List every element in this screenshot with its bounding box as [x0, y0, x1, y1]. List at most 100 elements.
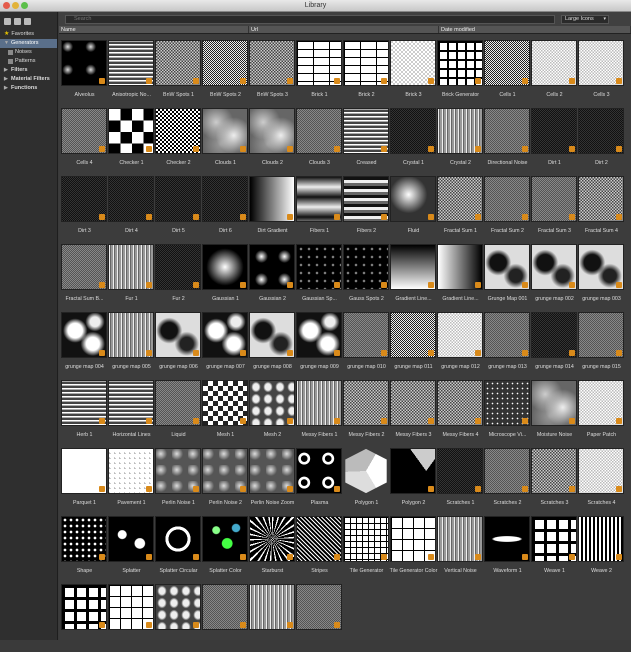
- item-thumbnail[interactable]: [578, 40, 624, 86]
- library-item[interactable]: Checker 1: [108, 108, 155, 176]
- library-item[interactable]: Fur 1: [108, 244, 155, 312]
- item-thumbnail[interactable]: [249, 448, 295, 494]
- library-item[interactable]: Anisotropic No...: [108, 40, 155, 108]
- sidebar-item-patterns[interactable]: Patterns: [0, 57, 57, 66]
- item-thumbnail[interactable]: [108, 108, 154, 154]
- library-item[interactable]: Fractal Sum 3: [531, 176, 578, 244]
- item-thumbnail[interactable]: [108, 40, 154, 86]
- sidebar-item-generators[interactable]: ▼ Generators: [0, 39, 57, 48]
- sidebar-item-material-filters[interactable]: ▶ Material Filters: [0, 75, 57, 84]
- item-thumbnail[interactable]: [155, 584, 201, 630]
- item-thumbnail[interactable]: [343, 244, 389, 290]
- item-thumbnail[interactable]: [61, 244, 107, 290]
- item-thumbnail[interactable]: [202, 380, 248, 426]
- item-thumbnail[interactable]: [531, 448, 577, 494]
- item-thumbnail[interactable]: [249, 176, 295, 222]
- item-thumbnail[interactable]: [61, 516, 107, 562]
- library-item[interactable]: Gaussian 2: [249, 244, 296, 312]
- library-item[interactable]: Plasma: [296, 448, 343, 516]
- library-item[interactable]: Scratches 2: [484, 448, 531, 516]
- arrow-right-icon[interactable]: ▶: [4, 84, 9, 93]
- sidebar-item-noises[interactable]: Noises: [0, 48, 57, 57]
- library-item[interactable]: Dirt 4: [108, 176, 155, 244]
- library-item[interactable]: Messy Fibers 4: [437, 380, 484, 448]
- view-icon[interactable]: [24, 17, 31, 25]
- library-item[interactable]: Gaussian Sp...: [296, 244, 343, 312]
- library-item[interactable]: Gaussian 1: [202, 244, 249, 312]
- item-thumbnail[interactable]: [437, 312, 483, 358]
- library-item[interactable]: Creased: [343, 108, 390, 176]
- library-item[interactable]: grunge map 008: [249, 312, 296, 380]
- item-thumbnail[interactable]: [296, 516, 342, 562]
- library-item[interactable]: Perlin Noise Zoom: [249, 448, 296, 516]
- library-item[interactable]: Fractal Sum 1: [437, 176, 484, 244]
- item-thumbnail[interactable]: [202, 448, 248, 494]
- item-thumbnail[interactable]: [249, 312, 295, 358]
- item-thumbnail[interactable]: [296, 244, 342, 290]
- item-thumbnail[interactable]: [578, 108, 624, 154]
- item-thumbnail[interactable]: [155, 40, 201, 86]
- item-thumbnail[interactable]: [249, 380, 295, 426]
- item-thumbnail[interactable]: [108, 244, 154, 290]
- zoom-icon[interactable]: [21, 2, 28, 9]
- item-thumbnail[interactable]: [155, 448, 201, 494]
- library-item[interactable]: Splatter Circular: [155, 516, 202, 584]
- library-item[interactable]: BnW Spots 1: [155, 40, 202, 108]
- item-thumbnail[interactable]: [531, 516, 577, 562]
- column-header-name[interactable]: Name: [59, 26, 249, 33]
- item-thumbnail[interactable]: [390, 108, 436, 154]
- library-item[interactable]: Scratches 3: [531, 448, 578, 516]
- library-item[interactable]: Polygon 1: [343, 448, 390, 516]
- item-thumbnail[interactable]: [484, 244, 530, 290]
- library-item[interactable]: Scratches 4: [578, 448, 625, 516]
- library-item[interactable]: Mesh 2: [249, 380, 296, 448]
- library-item[interactable]: Checker 2: [155, 108, 202, 176]
- library-item[interactable]: Clouds 1: [202, 108, 249, 176]
- library-item[interactable]: Cells 2: [531, 40, 578, 108]
- item-thumbnail[interactable]: [343, 176, 389, 222]
- item-thumbnail[interactable]: [531, 244, 577, 290]
- library-item[interactable]: Clouds 3: [296, 108, 343, 176]
- item-thumbnail[interactable]: [61, 108, 107, 154]
- item-thumbnail[interactable]: [484, 448, 530, 494]
- item-thumbnail[interactable]: [484, 380, 530, 426]
- item-thumbnail[interactable]: [484, 108, 530, 154]
- library-item[interactable]: Perlin Noise 1: [155, 448, 202, 516]
- library-item[interactable]: Pavement 1: [108, 448, 155, 516]
- library-item[interactable]: grunge map 004: [61, 312, 108, 380]
- item-thumbnail[interactable]: [484, 312, 530, 358]
- item-thumbnail[interactable]: [484, 40, 530, 86]
- library-item[interactable]: grunge map 013: [484, 312, 531, 380]
- item-thumbnail[interactable]: [108, 584, 154, 630]
- item-thumbnail[interactable]: [531, 108, 577, 154]
- item-thumbnail[interactable]: [437, 448, 483, 494]
- library-item[interactable]: Fractal Sum B...: [61, 244, 108, 312]
- library-item[interactable]: Fractal Sum 2: [484, 176, 531, 244]
- library-item[interactable]: Directional Noise: [484, 108, 531, 176]
- item-thumbnail[interactable]: [390, 448, 436, 494]
- item-thumbnail[interactable]: [578, 448, 624, 494]
- library-item[interactable]: Microscope Vi...: [484, 380, 531, 448]
- library-item[interactable]: grunge map 005: [108, 312, 155, 380]
- library-item[interactable]: Messy Fibers 2: [343, 380, 390, 448]
- library-item[interactable]: Splatter Color: [202, 516, 249, 584]
- minimize-icon[interactable]: [12, 2, 19, 9]
- item-thumbnail[interactable]: [531, 312, 577, 358]
- item-thumbnail[interactable]: [61, 312, 107, 358]
- item-thumbnail[interactable]: [202, 244, 248, 290]
- item-thumbnail[interactable]: [108, 448, 154, 494]
- item-thumbnail[interactable]: [249, 40, 295, 86]
- item-thumbnail[interactable]: [249, 108, 295, 154]
- item-thumbnail[interactable]: [155, 108, 201, 154]
- item-thumbnail[interactable]: [202, 312, 248, 358]
- item-thumbnail[interactable]: [61, 40, 107, 86]
- library-item[interactable]: Brick 3: [390, 40, 437, 108]
- item-thumbnail[interactable]: [202, 108, 248, 154]
- arrow-right-icon[interactable]: ▶: [4, 75, 9, 84]
- library-item[interactable]: Waveform 1: [484, 516, 531, 584]
- item-thumbnail[interactable]: [249, 516, 295, 562]
- item-thumbnail[interactable]: [437, 108, 483, 154]
- library-item[interactable]: Dirt 3: [61, 176, 108, 244]
- item-thumbnail[interactable]: [578, 516, 624, 562]
- view-mode-select[interactable]: Large Icons ▾: [561, 14, 609, 24]
